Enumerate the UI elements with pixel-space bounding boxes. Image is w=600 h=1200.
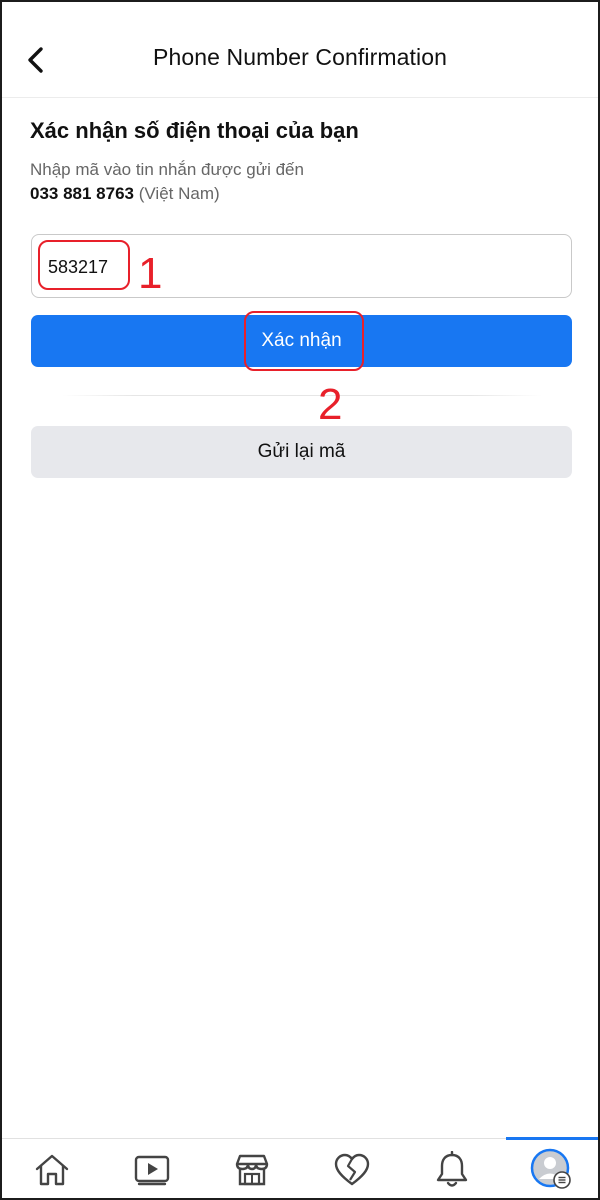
profile-menu-icon (530, 1148, 571, 1189)
tab-home[interactable] (2, 1139, 102, 1198)
phone-screen: Phone Number Confirmation Xác nhận số đi… (0, 0, 600, 1200)
annotation-step-1: 1 (138, 249, 163, 298)
home-icon (35, 1154, 69, 1186)
marketplace-icon (235, 1154, 269, 1186)
tab-dating[interactable] (302, 1139, 402, 1198)
bell-icon (436, 1151, 468, 1187)
phone-number: 033 881 8763 (30, 184, 134, 203)
video-icon (134, 1155, 170, 1186)
instruction-text: Nhập mã vào tin nhắn được gửi đến (30, 160, 304, 179)
tab-profile-menu[interactable] (502, 1139, 598, 1198)
tab-notifications[interactable] (402, 1139, 502, 1198)
tab-marketplace[interactable] (202, 1139, 302, 1198)
section-heading: Xác nhận số điện thoại của bạn (30, 118, 359, 143)
resend-code-button[interactable]: Gửi lại mã (31, 426, 572, 478)
divider (62, 395, 542, 396)
annotation-step-2: 2 (318, 380, 343, 429)
country-label: (Việt Nam) (138, 184, 220, 203)
annotation-highlight-code (38, 240, 130, 290)
phone-number-line: 033 881 8763 (Việt Nam) (30, 182, 220, 206)
annotation-highlight-confirm (244, 311, 364, 371)
tab-video[interactable] (102, 1139, 202, 1198)
dating-heart-icon (334, 1153, 370, 1186)
top-nav-bar: Phone Number Confirmation (2, 2, 598, 98)
bottom-tab-bar (2, 1137, 598, 1198)
page-title: Phone Number Confirmation (153, 44, 447, 70)
